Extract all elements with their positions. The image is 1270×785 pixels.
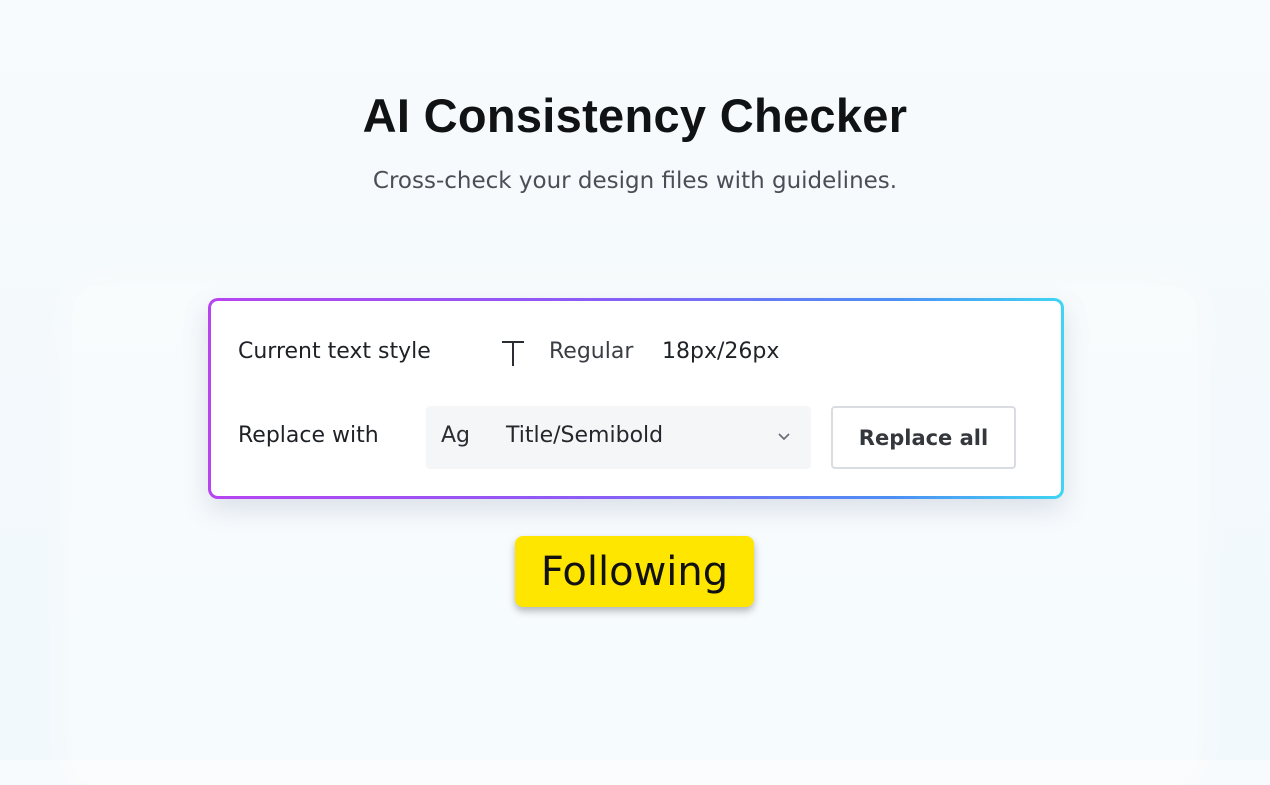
current-style-size: 18px/26px: [662, 339, 780, 364]
page-subtitle: Cross-check your design files with guide…: [372, 168, 898, 194]
replace-all-button[interactable]: Replace all: [831, 406, 1016, 469]
replace-with-label: Replace with: [238, 423, 379, 448]
current-text-style-label: Current text style: [238, 339, 431, 364]
text-t-icon: [502, 341, 524, 366]
following-badge: Following: [515, 536, 754, 607]
consistency-card: Current text style Regular 18px/26px Rep…: [208, 298, 1064, 499]
page-title: AI Consistency Checker: [362, 89, 908, 142]
consistency-card-body: Current text style Regular 18px/26px Rep…: [211, 301, 1061, 496]
current-style-name: Regular: [549, 339, 634, 364]
text-style-select[interactable]: Ag Title/Semibold: [426, 406, 811, 469]
chevron-down-icon: [778, 433, 790, 441]
text-style-ag-icon: Ag: [441, 423, 471, 448]
text-style-select-value: Title/Semibold: [506, 423, 664, 448]
